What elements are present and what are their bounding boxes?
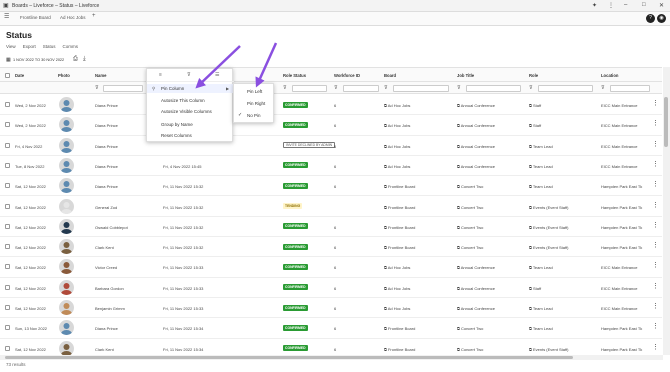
arrow-to-pin-left	[255, 42, 278, 88]
annotation-arrows	[195, 42, 278, 89]
arrow-to-pin-column	[195, 45, 241, 89]
